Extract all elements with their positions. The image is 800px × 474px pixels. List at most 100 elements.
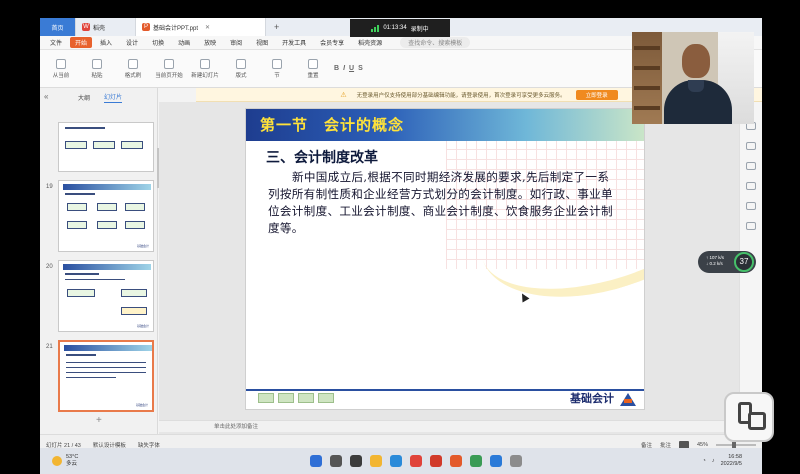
slide-thumbnail-current[interactable]: 基础会计: [58, 340, 154, 412]
thumb-line: [66, 367, 146, 368]
add-slide-button[interactable]: +: [96, 415, 102, 426]
clock[interactable]: 16:58 2022/9/5: [721, 454, 742, 468]
menu-daoke-resources[interactable]: 稻壳资源: [352, 38, 388, 47]
slide-thumbnail[interactable]: 基础会计: [58, 180, 154, 252]
menu-file[interactable]: 文件: [44, 38, 68, 47]
thumb-box: [121, 307, 147, 315]
underline-icon[interactable]: U: [349, 65, 354, 72]
screen: 首页 W 稻壳 P 基础会计PPT.ppt ✕ + 文件 开始 插入 设计 切换…: [0, 0, 800, 474]
tab-document[interactable]: P 基础会计PPT.ppt ✕: [136, 18, 266, 36]
task-view-icon[interactable]: [350, 455, 362, 467]
network-speed-widget[interactable]: ↑ 107 k/s ↓ 0.2 k/s 37: [698, 251, 756, 273]
weather-widget[interactable]: 53°C 多云: [40, 454, 240, 468]
menu-start[interactable]: 开始: [70, 37, 93, 48]
menu-review[interactable]: 审阅: [224, 38, 248, 47]
slide-body-text[interactable]: 新中国成立后,根据不同时期经济发展的要求,先后制定了一系列按所有制性质和企业经营…: [268, 169, 618, 237]
slide-number: 21: [46, 344, 53, 350]
windows-start-icon[interactable]: [310, 455, 322, 467]
thumb-title-bar: [63, 184, 151, 190]
rail-tool-icon[interactable]: [746, 222, 756, 230]
edge-icon[interactable]: [390, 455, 402, 467]
thumb-footer: 基础会计: [135, 403, 148, 407]
slide-title: 第一节 会计的概念: [260, 116, 405, 134]
meeting-app-icon[interactable]: [490, 455, 502, 467]
menu-view[interactable]: 视图: [250, 38, 274, 47]
signal-icon: [371, 24, 380, 32]
login-button[interactable]: 立即登录: [575, 89, 618, 100]
thumb-line: [66, 362, 146, 363]
volume-icon[interactable]: ♪: [712, 458, 715, 464]
slide-thumbnail-panel: « 大纲 幻灯片 19 基础会计 20 基础会计 21 基础会计 +: [40, 88, 159, 434]
thumb-box: [121, 289, 147, 297]
panel-tabs: « 大纲 幻灯片: [40, 88, 157, 106]
menu-insert[interactable]: 插入: [94, 38, 118, 47]
strikethrough-icon[interactable]: S: [358, 65, 363, 72]
collapse-panel-icon[interactable]: «: [44, 92, 48, 101]
tab-daoke[interactable]: W 稻壳: [76, 18, 136, 36]
command-search-input[interactable]: 查找命令、搜索模板: [400, 37, 471, 48]
tool-label: 新建幻灯片: [191, 72, 219, 79]
app-icon[interactable]: [510, 455, 522, 467]
slide-subtitle: 三、会计制度改革: [266, 150, 378, 166]
close-icon[interactable]: ✕: [205, 24, 210, 31]
wechat-icon[interactable]: [470, 455, 482, 467]
thumb-line: [66, 372, 146, 373]
next-slide-icon[interactable]: [298, 393, 314, 403]
slide[interactable]: 第一节 会计的概念 三、会计制度改革 新中国成立后,根据不同时期经济发展的要求,…: [245, 108, 645, 410]
rail-tool-icon[interactable]: [746, 202, 756, 210]
last-slide-icon[interactable]: [318, 393, 334, 403]
tab-home[interactable]: 首页: [40, 18, 76, 36]
new-tab-button[interactable]: +: [266, 22, 287, 32]
thumb-line: [65, 279, 125, 280]
tool-new-slide[interactable]: 新建幻灯片: [190, 58, 220, 79]
menu-transition[interactable]: 切换: [146, 38, 170, 47]
wifi-icon[interactable]: ◔: [703, 458, 706, 464]
screen-mirror-icon[interactable]: [724, 392, 774, 442]
wps-icon[interactable]: [430, 455, 442, 467]
italic-icon[interactable]: I: [343, 65, 345, 72]
tool-start-current[interactable]: 当前页开始: [154, 58, 184, 79]
ppt-taskbar-icon[interactable]: [450, 455, 462, 467]
first-slide-icon[interactable]: [258, 393, 274, 403]
zoom-level: 45%: [696, 441, 708, 448]
tab-outline[interactable]: 大纲: [78, 93, 90, 102]
tool-format-painter[interactable]: 格式刷: [118, 58, 148, 79]
prev-slide-icon[interactable]: [278, 393, 294, 403]
menu-design[interactable]: 设计: [120, 38, 144, 47]
chrome-icon[interactable]: [410, 455, 422, 467]
menu-animation[interactable]: 动画: [172, 38, 196, 47]
tool-from-current[interactable]: 从当前: [46, 58, 76, 79]
menu-devtools[interactable]: 开发工具: [276, 38, 312, 47]
thumb-box: [97, 221, 117, 229]
notice-text: 无登录用户仅支持使用部分基础编辑功能，请登录使用，首次登录可享受更多云服务。: [356, 92, 566, 99]
tool-paste[interactable]: 粘贴: [82, 58, 112, 79]
thumb-line: [66, 377, 116, 378]
rail-tool-icon[interactable]: [746, 182, 756, 190]
tool-reset[interactable]: 重置: [298, 58, 328, 79]
menu-vip[interactable]: 会员专享: [314, 38, 350, 47]
menu-slideshow[interactable]: 放映: [198, 38, 222, 47]
tool-section[interactable]: 节: [262, 58, 292, 79]
rail-tool-icon[interactable]: [746, 162, 756, 170]
rail-tool-icon[interactable]: [746, 142, 756, 150]
bold-icon[interactable]: B: [334, 65, 339, 72]
zoom-slider[interactable]: [716, 441, 756, 448]
webcam-video[interactable]: [632, 32, 754, 124]
brush-icon: [128, 58, 138, 69]
slide-thumbnail[interactable]: [58, 122, 154, 172]
thumb-box: [67, 289, 95, 297]
slide-canvas: 第一节 会计的概念 三、会计制度改革 新中国成立后,根据不同时期经济发展的要求,…: [159, 102, 739, 434]
warning-icon: ⚠: [340, 91, 347, 99]
slide-thumbnail[interactable]: 基础会计: [58, 260, 154, 332]
tool-layout[interactable]: 版式: [226, 58, 256, 79]
notes-placeholder[interactable]: 单击此处添加备注: [159, 420, 739, 432]
file-explorer-icon[interactable]: [370, 455, 382, 467]
thumb-box: [67, 203, 87, 211]
new-slide-icon: [200, 58, 210, 69]
windows-taskbar: 53°C 多云 ◔ ♪ 16:58 2022/9/5: [40, 448, 762, 474]
thumb-footer: 基础会计: [136, 244, 149, 248]
search-icon[interactable]: [330, 455, 342, 467]
presenter-head: [682, 44, 710, 78]
tab-slides[interactable]: 幻灯片: [104, 92, 123, 103]
speed-gauge: 37: [734, 252, 754, 272]
